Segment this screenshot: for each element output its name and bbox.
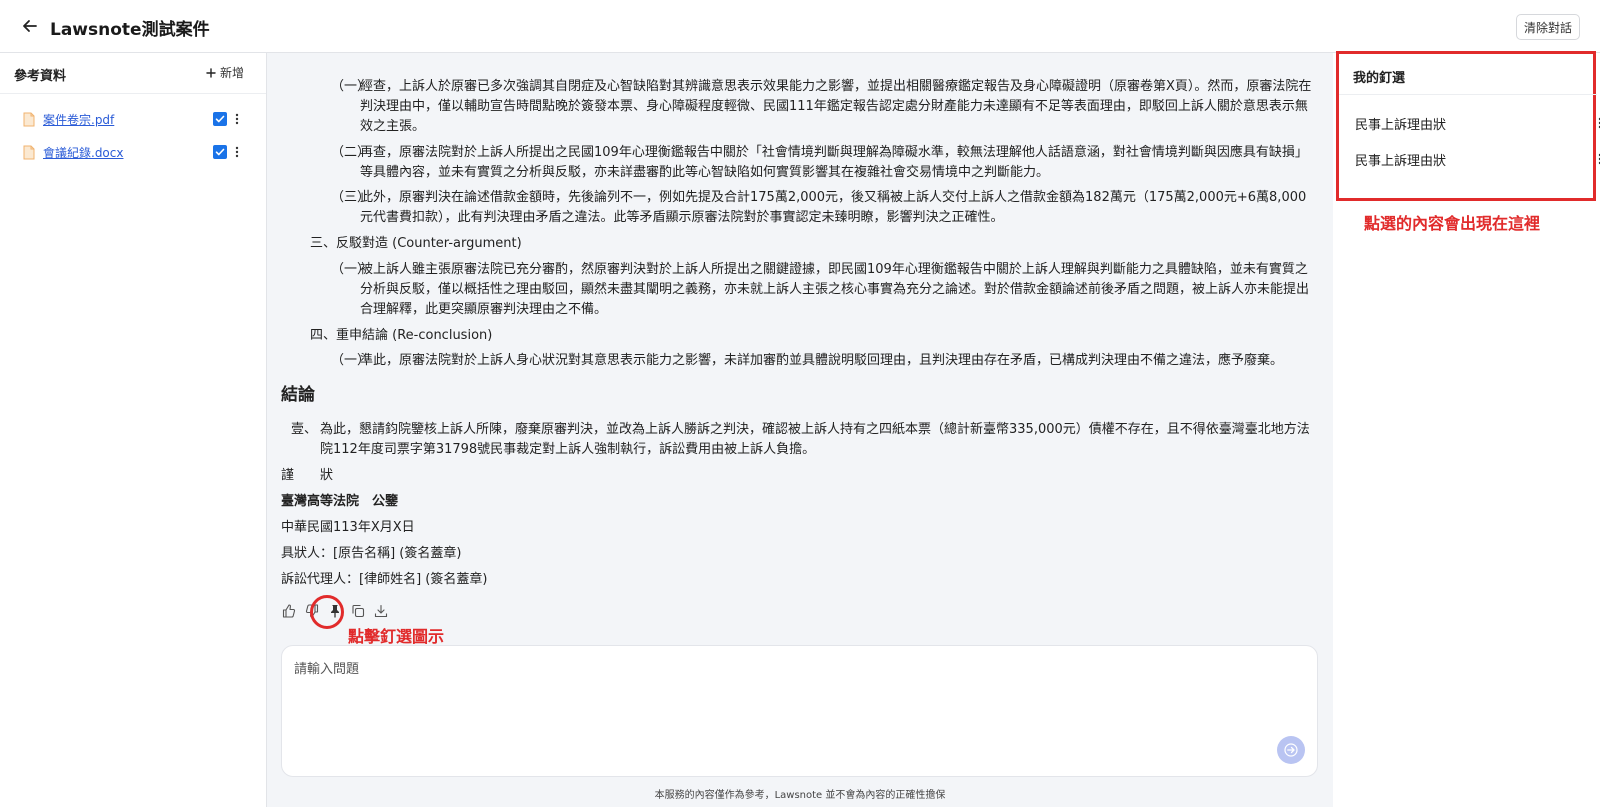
pinned-item-label: 民事上訴理由狀 — [1355, 153, 1447, 169]
item-text: 準此，原審法院對於上訴人身心狀況對其意思表示能力之影響，未詳加審酌並具體說明駁回… — [360, 353, 1284, 368]
conclusion-label: 壹、 — [291, 422, 318, 437]
plus-icon — [206, 67, 216, 78]
pin-hint-annotation: 點擊釘選圖示 — [348, 627, 445, 646]
check-icon — [215, 115, 225, 123]
reference-title: 參考資料 — [14, 69, 67, 84]
date-text: 中華民國113年X月X日 — [281, 520, 415, 535]
more-vertical-icon — [235, 113, 239, 125]
pins-title: 我的釘選 — [1353, 71, 1406, 86]
arrow-left-icon — [23, 20, 37, 32]
clipped-line — [327, 53, 507, 55]
pinned-item-label: 民事上訴理由狀 — [1355, 117, 1447, 133]
divider — [1339, 94, 1597, 95]
section-heading: 三、反駁對造 (Counter-argument) — [310, 236, 522, 251]
check-icon — [215, 148, 225, 156]
page-title: Lawsnote測試案件 — [50, 20, 210, 40]
file-menu-button[interactable] — [232, 143, 242, 161]
file-item: 案件卷宗.pdf — [22, 109, 252, 129]
item-text: 此外，原審判決在論述借款金額時，先後論列不一，例如先提及合計175萬2,000元… — [360, 190, 1307, 225]
agent-text: 訴訟代理人：[律師姓名] (簽名蓋章) — [281, 572, 488, 587]
file-checkbox[interactable] — [213, 112, 227, 126]
pinned-item[interactable]: 民事上訴理由狀 — [1355, 113, 1600, 133]
file-item: 會議紀錄.docx — [22, 142, 252, 162]
file-checkbox[interactable] — [213, 145, 227, 159]
item-text: 再查，原審法院對於上訴人所提出之民國109年心理衡鑑報告中關於「社會情境判斷與理… — [360, 145, 1308, 180]
petitioner-text: 具狀人：[原告名稱] (簽名蓋章) — [281, 546, 462, 561]
pinned-item-menu-button[interactable] — [1595, 150, 1600, 168]
file-link[interactable]: 會議紀錄.docx — [43, 144, 123, 161]
pins-highlight-frame: 我的釘選 民事上訴理由狀 民事上訴理由狀 — [1336, 51, 1600, 201]
download-icon[interactable] — [373, 603, 389, 619]
add-reference-label: 新增 — [219, 66, 244, 80]
question-input[interactable] — [294, 658, 1234, 738]
item-text: 被上訴人雖主張原審法院已充分審酌，然原審判決對於上訴人所提出之關鍵證據，即民國1… — [360, 262, 1310, 317]
arrow-right-icon — [1284, 743, 1298, 757]
document-icon — [22, 145, 35, 160]
pinned-item[interactable]: 民事上訴理由狀 — [1355, 149, 1600, 169]
divider — [0, 93, 266, 94]
app-header: Lawsnote測試案件 清除對話 — [0, 0, 1600, 53]
chat-main: （一） 經查，上訴人於原審已多次強調其自閉症及心智缺陷對其辨識意思表示效果能力之… — [267, 53, 1333, 807]
conclusion-title: 結論 — [281, 385, 315, 405]
conclusion-text: 為此，懇請鈞院鑒核上訴人所陳，廢棄原審判決，並改為上訴人勝訴之判決，確認被上訴人… — [320, 422, 1310, 457]
document-icon — [22, 112, 35, 127]
file-menu-button[interactable] — [232, 110, 242, 128]
copy-icon[interactable] — [350, 603, 366, 619]
thumbs-up-icon[interactable] — [281, 603, 297, 619]
pins-hint-annotation: 點選的內容會出現在這裡 — [1364, 214, 1541, 233]
closing-text: 謹 狀 — [281, 468, 334, 483]
reference-sidebar: 參考資料 新增 案件卷宗.pdf 會議紀錄.docx — [0, 53, 267, 807]
court-text: 臺灣高等法院 公鑒 — [281, 494, 399, 509]
item-text: 經查，上訴人於原審已多次強調其自閉症及心智缺陷對其辨識意思表示效果能力之影響，並… — [360, 79, 1312, 134]
clear-conversation-button[interactable]: 清除對話 — [1515, 14, 1580, 40]
file-link[interactable]: 案件卷宗.pdf — [43, 111, 114, 128]
disclaimer-text: 本服務的內容僅作為參考，Lawsnote 並不會為內容的正確性擔保 — [654, 790, 946, 801]
more-vertical-icon — [235, 146, 239, 158]
pinned-item-menu-button[interactable] — [1595, 114, 1600, 132]
section-heading: 四、重申結論 (Re-conclusion) — [310, 328, 493, 343]
back-button[interactable] — [18, 14, 42, 38]
pin-highlight-circle — [310, 595, 344, 629]
send-button[interactable] — [1277, 736, 1305, 764]
chat-input-box — [281, 645, 1318, 777]
add-reference-button[interactable]: 新增 — [206, 64, 244, 81]
